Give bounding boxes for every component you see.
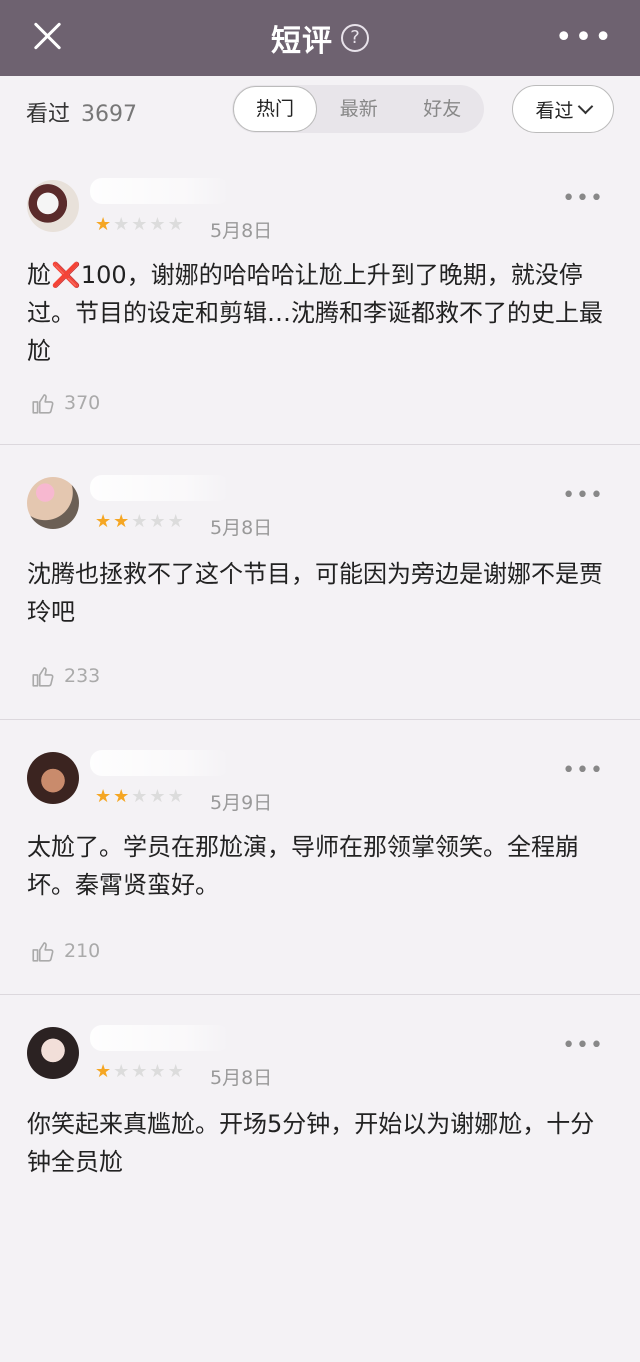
status-dropdown[interactable]: 看过	[512, 85, 614, 133]
username-obscured	[90, 750, 230, 776]
avatar[interactable]	[27, 752, 79, 804]
username-obscured	[90, 178, 230, 204]
like-button[interactable]: 370	[30, 390, 100, 416]
like-button[interactable]: 233	[30, 663, 100, 689]
star-empty-icon: ★	[167, 1061, 186, 1082]
review-content: 太尬了。学员在那尬演，导师在那领掌领笑。全程崩坏。秦霄贤蛮好。	[27, 833, 579, 899]
review-list: ★★★★★ 5月8日 ••• 尬❌100，谢娜的哈哈哈让尬上升到了晚期，就没停过。节目…	[0, 148, 640, 1362]
rating-stars: ★★★★★	[95, 214, 186, 235]
like-count: 233	[64, 665, 101, 687]
star-empty-icon: ★	[131, 1061, 150, 1082]
star-filled-icon: ★	[95, 786, 114, 807]
star-filled-icon: ★	[95, 511, 114, 532]
avatar[interactable]	[27, 180, 79, 232]
chevron-down-icon	[577, 98, 593, 114]
filter-row: 看过 3697 热门 最新 好友 看过	[0, 76, 640, 148]
title-group: 短评 ?	[271, 16, 369, 60]
sort-segmented-control: 热门 最新 好友	[232, 85, 484, 133]
seen-number: 3697	[81, 102, 138, 127]
star-empty-icon: ★	[149, 214, 168, 235]
help-icon[interactable]: ?	[341, 24, 369, 52]
review-item: ★★★★★ 5月8日 ••• 你笑起来真尴尬。开场5分钟，开始以为谢娜尬，十分钟全员尬	[0, 995, 640, 1362]
review-item: ★★★★★ 5月8日 ••• 沈腾也拯救不了这个节目，可能因为旁边是谢娜不是贾玲吧 23…	[0, 445, 640, 720]
star-empty-icon: ★	[149, 1061, 168, 1082]
star-empty-icon: ★	[149, 786, 168, 807]
top-bar: 短评 ? •••	[0, 0, 640, 76]
tab-latest[interactable]: 最新	[317, 85, 401, 133]
star-empty-icon: ★	[131, 214, 150, 235]
review-content: 你笑起来真尴尬。开场5分钟，开始以为谢娜尬，十分钟全员尬	[27, 1110, 595, 1176]
star-empty-icon: ★	[167, 511, 186, 532]
rating-stars: ★★★★★	[95, 1061, 186, 1082]
page-title: 短评	[271, 24, 333, 59]
username-obscured	[90, 475, 230, 501]
more-options-icon[interactable]: •••	[555, 20, 614, 55]
review-content: 尬❌100，谢娜的哈哈哈让尬上升到了晚期，就没停过。节目的设定和剪辑…沈腾和李诞…	[27, 261, 603, 365]
tab-hot[interactable]: 热门	[233, 86, 317, 132]
review-content: 沈腾也拯救不了这个节目，可能因为旁边是谢娜不是贾玲吧	[27, 560, 603, 626]
review-item: ★★★★★ 5月8日 ••• 尬❌100，谢娜的哈哈哈让尬上升到了晚期，就没停过。节目…	[0, 148, 640, 445]
review-date: 5月8日	[210, 220, 273, 242]
star-empty-icon: ★	[167, 786, 186, 807]
review-more-icon[interactable]: •••	[562, 483, 604, 508]
close-icon[interactable]	[30, 18, 66, 54]
thumbs-up-icon	[32, 394, 54, 414]
review-more-icon[interactable]: •••	[562, 186, 604, 211]
star-empty-icon: ★	[113, 1061, 132, 1082]
dropdown-label: 看过	[535, 99, 574, 122]
like-count: 370	[64, 392, 101, 414]
review-date: 5月9日	[210, 792, 273, 814]
avatar[interactable]	[27, 477, 79, 529]
rating-stars: ★★★★★	[95, 786, 186, 807]
review-more-icon[interactable]: •••	[562, 1033, 604, 1058]
star-empty-icon: ★	[167, 214, 186, 235]
thumbs-up-icon	[32, 942, 54, 962]
star-filled-icon: ★	[95, 214, 114, 235]
avatar[interactable]	[27, 1027, 79, 1079]
thumbs-up-icon	[32, 667, 54, 687]
review-item: ★★★★★ 5月9日 ••• 太尬了。学员在那尬演，导师在那领掌领笑。全程崩坏。秦霄贤…	[0, 720, 640, 995]
like-count: 210	[64, 940, 101, 962]
review-more-icon[interactable]: •••	[562, 758, 604, 783]
username-obscured	[90, 1025, 230, 1051]
star-empty-icon: ★	[131, 786, 150, 807]
star-empty-icon: ★	[131, 511, 150, 532]
star-filled-icon: ★	[113, 786, 132, 807]
review-date: 5月8日	[210, 517, 273, 539]
star-empty-icon: ★	[149, 511, 168, 532]
star-filled-icon: ★	[95, 1061, 114, 1082]
star-empty-icon: ★	[113, 214, 132, 235]
tab-friends[interactable]: 好友	[401, 85, 485, 133]
seen-count: 看过 3697	[26, 96, 137, 128]
seen-label: 看过	[26, 102, 71, 127]
rating-stars: ★★★★★	[95, 511, 186, 532]
star-filled-icon: ★	[113, 511, 132, 532]
review-date: 5月8日	[210, 1067, 273, 1089]
like-button[interactable]: 210	[30, 938, 100, 964]
